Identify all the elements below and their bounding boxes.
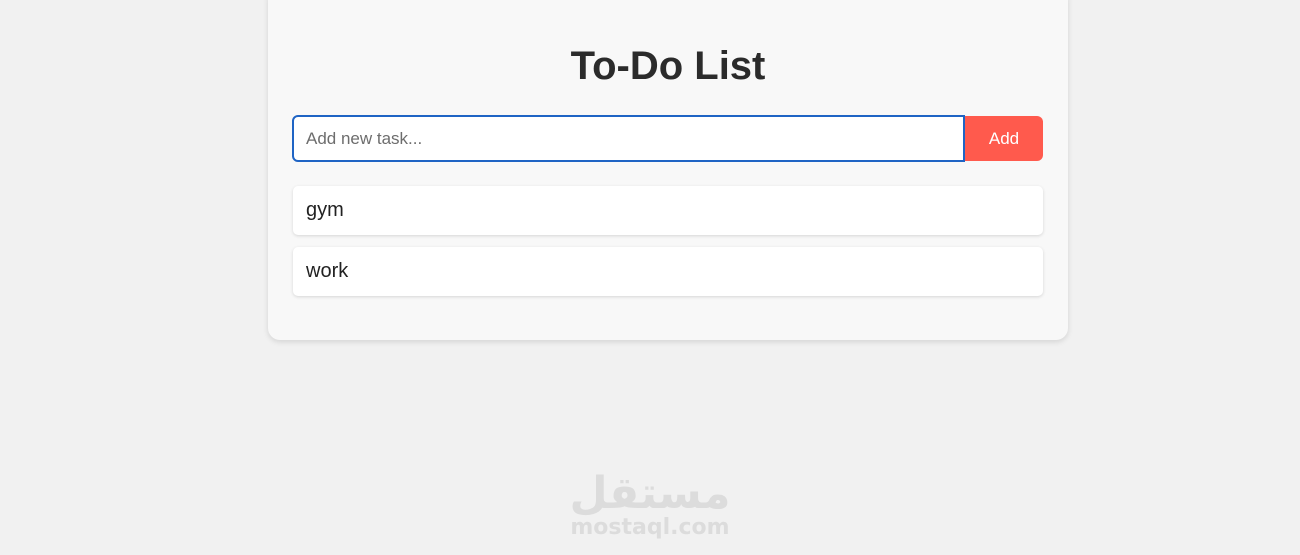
watermark-latin-text: mostaql.com [570, 515, 730, 540]
task-item-work[interactable]: work [293, 247, 1043, 296]
new-task-form: Add [292, 115, 1043, 162]
task-item-gym[interactable]: gym [293, 186, 1043, 235]
new-task-input[interactable] [292, 115, 965, 162]
page: To-Do List Add gym work مستقل mostaql.co… [0, 0, 1300, 555]
page-title: To-Do List [570, 44, 766, 88]
add-task-button[interactable]: Add [965, 116, 1043, 161]
task-list: gym work [293, 186, 1043, 308]
watermark-arabic-text: مستقل [569, 468, 731, 519]
todo-card: To-Do List Add gym work [268, 0, 1068, 340]
mostaql-watermark-logo: مستقل mostaql.com [560, 470, 740, 540]
